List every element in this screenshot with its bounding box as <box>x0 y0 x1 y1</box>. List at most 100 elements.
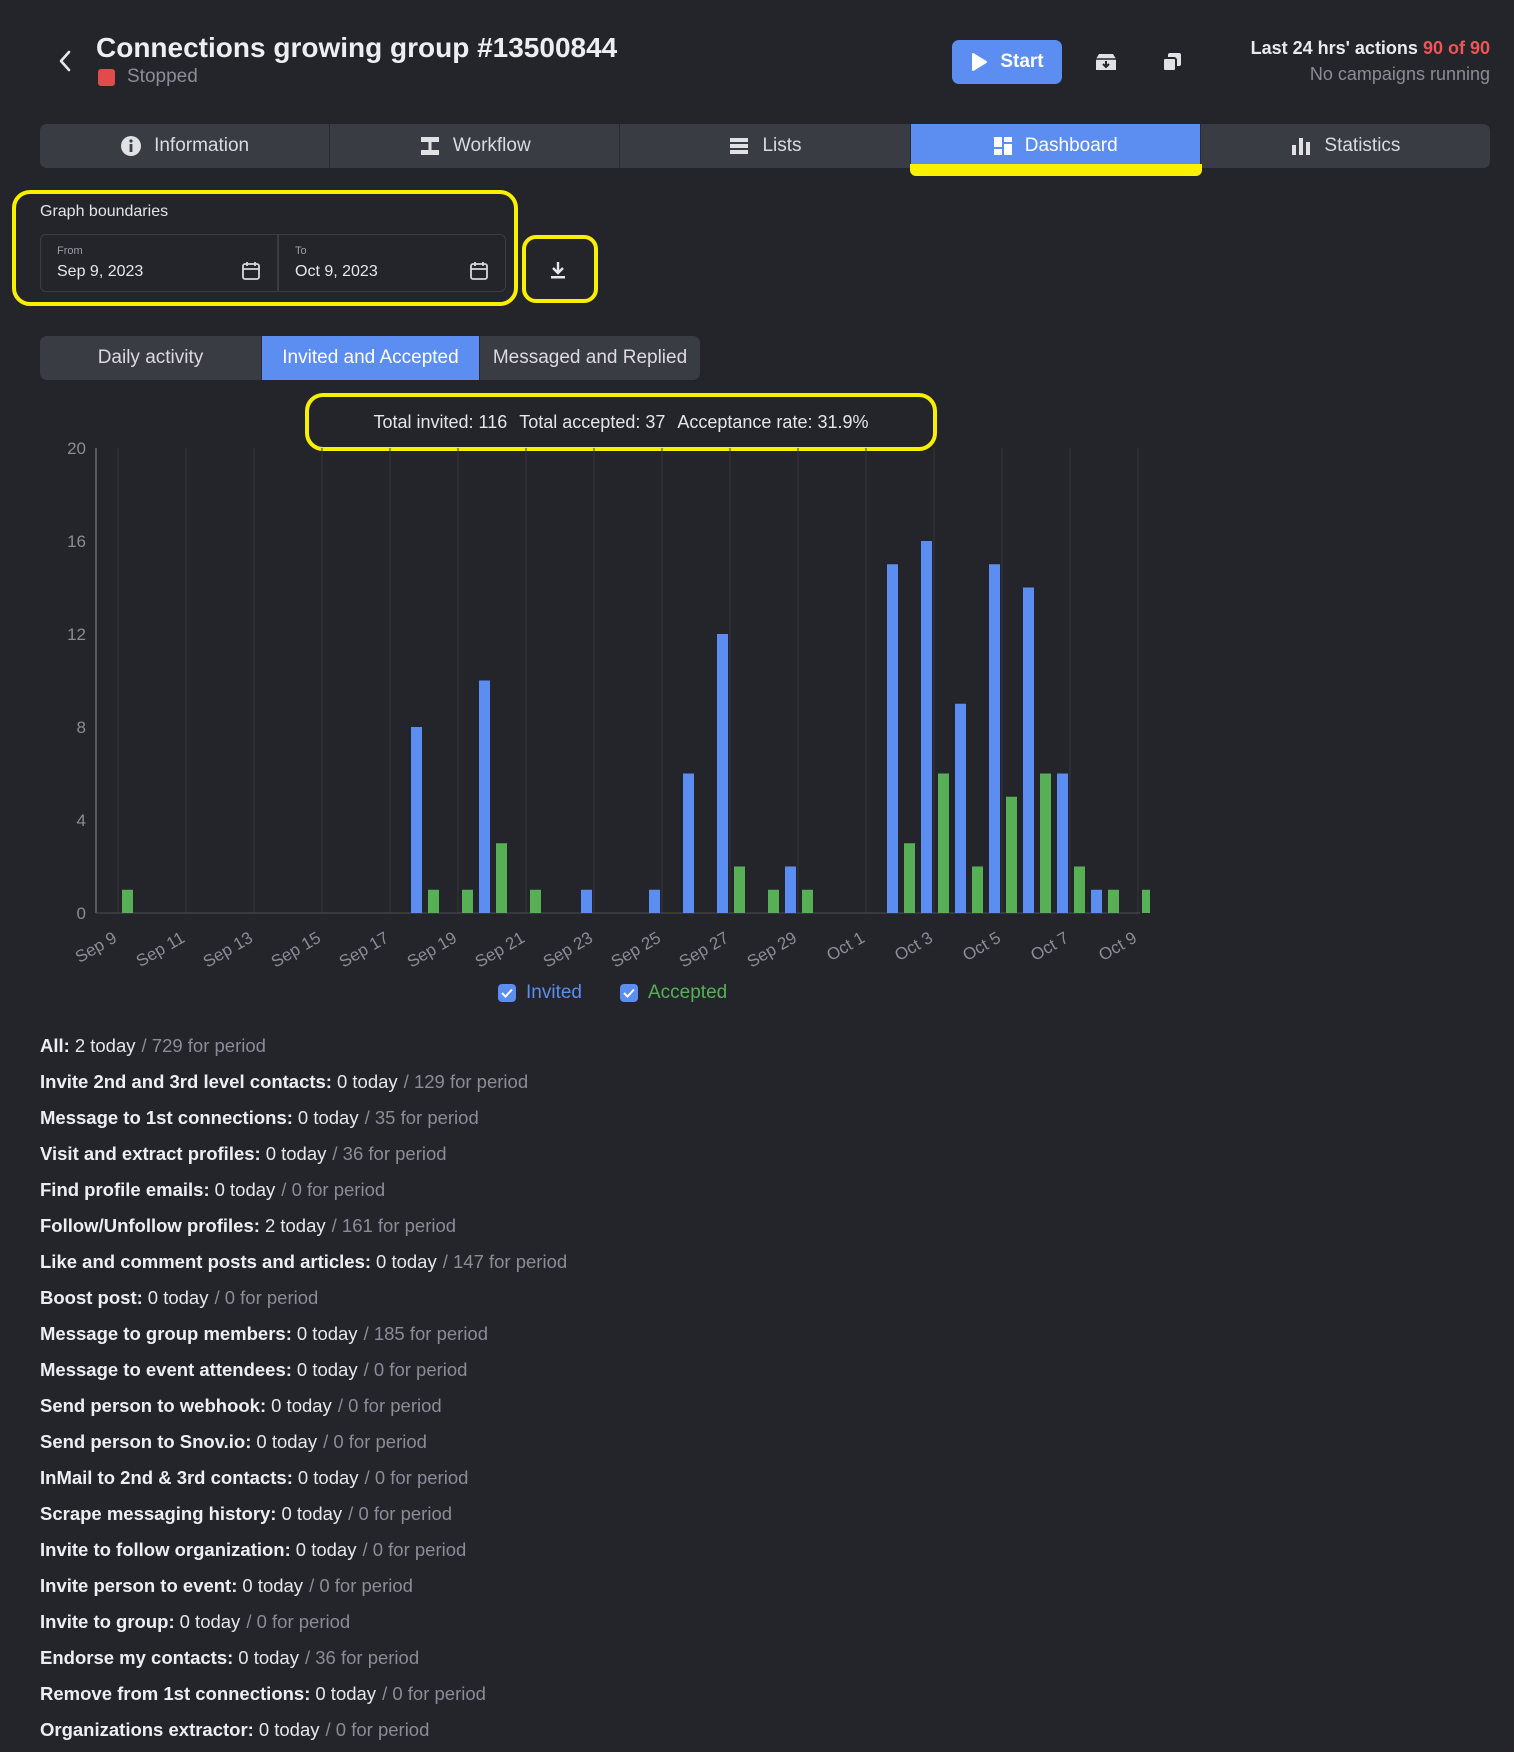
bar-invited <box>785 866 796 913</box>
acceptance-rate: Acceptance rate: 31.9% <box>677 411 869 432</box>
stat-period: / 0 for period <box>309 1575 413 1596</box>
stat-period: / 0 for period <box>382 1683 486 1704</box>
bar-accepted <box>1142 889 1150 913</box>
bar-accepted <box>904 843 915 913</box>
stat-row: All: 2 today/ 729 for period <box>40 1028 567 1064</box>
back-button[interactable] <box>48 44 82 78</box>
calendar-icon[interactable] <box>469 261 489 281</box>
bar-accepted <box>1108 889 1119 913</box>
bar-accepted <box>734 866 745 913</box>
calendar-icon[interactable] <box>241 261 261 281</box>
bar-chart-icon <box>1292 138 1311 155</box>
legend-label-accepted: Accepted <box>648 982 728 1003</box>
total-invited: Total invited: 116 <box>373 411 508 432</box>
stat-period: / 147 for period <box>442 1251 568 1272</box>
stat-period: / 0 for period <box>363 1359 468 1380</box>
from-date-field[interactable]: From Sep 9, 2023 <box>40 234 278 292</box>
legend-accepted[interactable]: Accepted <box>620 982 727 1004</box>
subtab-daily-activity[interactable]: Daily activity <box>40 336 262 380</box>
tab-label: Lists <box>762 135 802 156</box>
stopped-status-dot <box>98 68 115 86</box>
x-tick-label: Oct 1 <box>823 928 868 965</box>
start-button-label: Start <box>1000 51 1044 72</box>
stat-name: Message to group members: <box>40 1323 292 1344</box>
y-tick-label: 16 <box>67 532 86 551</box>
bar-invited <box>411 727 422 913</box>
x-tick-label: Oct 5 <box>959 928 1004 965</box>
bar-invited <box>479 680 490 913</box>
archive-button[interactable] <box>1086 42 1126 82</box>
bar-invited <box>1023 587 1034 913</box>
tab-workflow[interactable]: Workflow <box>330 124 621 168</box>
total-accepted: Total accepted: 37 <box>519 411 666 432</box>
stat-period: / 0 for period <box>323 1431 427 1452</box>
stat-today: 0 today <box>214 1179 276 1200</box>
stat-name: Find profile emails: <box>40 1179 210 1200</box>
stat-name: Message to event attendees: <box>40 1359 292 1380</box>
bar-accepted <box>1006 796 1017 913</box>
from-date-value: Sep 9, 2023 <box>57 263 144 280</box>
tab-statistics[interactable]: Statistics <box>1200 124 1490 168</box>
graph-boundaries-label: Graph boundaries <box>40 203 169 220</box>
checkbox-checked-icon[interactable] <box>498 984 516 1002</box>
stat-period: / 0 for period <box>362 1539 467 1560</box>
stat-period: / 161 for period <box>331 1215 457 1236</box>
list-icon <box>730 138 749 154</box>
y-tick-label: 4 <box>77 811 86 830</box>
checkbox-checked-icon[interactable] <box>620 984 638 1002</box>
stat-today: 0 today <box>258 1719 320 1740</box>
x-tick-label: Sep 17 <box>336 928 392 971</box>
stat-period: / 0 for period <box>337 1395 442 1416</box>
start-button[interactable]: Start <box>952 40 1062 84</box>
tab-label: Statistics <box>1324 135 1401 156</box>
stat-today: 0 today <box>147 1287 209 1308</box>
to-date-field[interactable]: To Oct 9, 2023 <box>278 234 506 292</box>
y-tick-label: 12 <box>67 625 86 644</box>
stat-period: / 729 for period <box>141 1035 266 1056</box>
download-button[interactable] <box>530 246 586 294</box>
stat-row: Remove from 1st connections: 0 today/ 0 f… <box>40 1676 567 1712</box>
tab-information[interactable]: Information <box>40 124 331 168</box>
x-tick-label: Sep 9 <box>72 928 120 967</box>
chart-subtabs: Daily activity Invited and Accepted Mess… <box>40 336 700 380</box>
subtab-invited-accepted[interactable]: Invited and Accepted <box>262 336 480 380</box>
stat-name: Invite to group: <box>40 1611 175 1632</box>
stat-row: InMail to 2nd & 3rd contacts: 0 today/ 0 … <box>40 1460 567 1496</box>
stat-row: Send person to webhook: 0 today/ 0 for pe… <box>40 1388 567 1424</box>
subtab-messaged-replied[interactable]: Messaged and Replied <box>480 336 700 380</box>
stat-period: / 36 for period <box>332 1143 447 1164</box>
campaigns-running-text: No campaigns running <box>1309 64 1490 84</box>
stat-today: 0 today <box>336 1071 398 1092</box>
stat-row: Endorse my contacts: 0 today/ 36 for peri… <box>40 1640 567 1676</box>
stat-row: Send person to Snov.io: 0 today/ 0 for pe… <box>40 1424 567 1460</box>
stat-today: 0 today <box>315 1683 377 1704</box>
bar-accepted <box>802 889 813 913</box>
x-tick-label: Sep 23 <box>540 928 596 971</box>
dashboard-icon <box>993 137 1012 155</box>
x-tick-label: Sep 27 <box>676 928 732 971</box>
from-label: From <box>57 245 83 257</box>
stat-period: / 36 for period <box>304 1647 420 1668</box>
stat-name: Follow/Unfollow profiles: <box>40 1215 260 1236</box>
stat-name: Send person to webhook: <box>40 1395 267 1416</box>
stat-name: Message to 1st connections: <box>40 1107 293 1128</box>
tab-label: Dashboard <box>1024 135 1118 156</box>
x-tick-label: Sep 25 <box>608 928 664 971</box>
tab-dashboard[interactable]: Dashboard <box>910 124 1201 168</box>
invited-accepted-chart: 0 4 8 12 16 20 Sep 9 Sep 11 Sep 13 Sep 15 Sep 17 Se… <box>67 440 1150 971</box>
stat-today: 0 today <box>297 1107 359 1128</box>
legend-invited[interactable]: Invited <box>498 982 582 1004</box>
bar-invited <box>717 634 728 913</box>
stat-name: Visit and extract profiles: <box>40 1143 261 1164</box>
bar-accepted <box>768 889 779 913</box>
actions-stats-list: All: 2 today/ 729 for period Invite 2nd an… <box>40 1028 567 1748</box>
stat-period: / 0 for period <box>325 1719 430 1740</box>
stat-row: Boost post: 0 today/ 0 for period <box>40 1280 567 1316</box>
workflow-icon <box>420 137 439 155</box>
stat-today: 0 today <box>256 1431 318 1452</box>
bar-accepted <box>428 889 439 913</box>
status-text: Stopped <box>127 66 198 87</box>
duplicate-button[interactable] <box>1152 42 1192 82</box>
x-tick-label: Sep 29 <box>744 928 800 971</box>
tab-lists[interactable]: Lists <box>620 124 911 168</box>
